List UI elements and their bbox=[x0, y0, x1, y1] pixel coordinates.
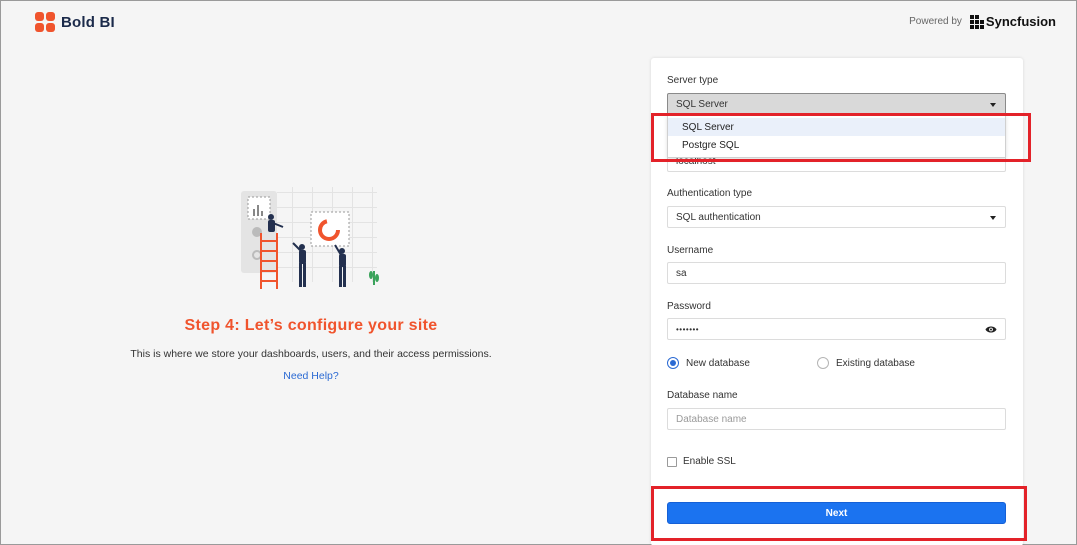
database-name-label: Database name bbox=[667, 390, 738, 401]
database-name-placeholder: Database name bbox=[676, 413, 747, 425]
auth-type-value: SQL authentication bbox=[676, 211, 761, 223]
bold-bi-logo-icon bbox=[35, 12, 55, 32]
powered-by: Powered by Syncfusion bbox=[909, 14, 1056, 29]
eye-icon[interactable] bbox=[985, 325, 997, 334]
existing-database-radio[interactable] bbox=[817, 357, 829, 369]
new-database-radio[interactable] bbox=[667, 357, 679, 369]
password-input[interactable]: ••••••• bbox=[667, 318, 1006, 340]
brand-name: Bold BI bbox=[61, 13, 115, 31]
username-label: Username bbox=[667, 245, 714, 256]
new-database-label: New database bbox=[686, 357, 750, 369]
step-title: Step 4: Let’s configure your site bbox=[184, 317, 438, 334]
auth-type-label: Authentication type bbox=[667, 188, 753, 199]
caret-down-icon bbox=[990, 216, 996, 220]
server-type-label: Server type bbox=[667, 75, 719, 86]
existing-database-option[interactable]: Existing database bbox=[817, 357, 915, 369]
password-label: Password bbox=[667, 301, 711, 312]
server-type-dropdown: SQL Server Postgre SQL bbox=[667, 114, 1006, 158]
powered-by-label: Powered by bbox=[909, 16, 962, 27]
syncfusion-logo-icon bbox=[969, 14, 984, 29]
step-description: This is where we store your dashboards, … bbox=[130, 348, 492, 360]
server-type-option-postgre-sql[interactable]: Postgre SQL bbox=[668, 136, 1005, 154]
server-type-value: SQL Server bbox=[676, 98, 728, 110]
existing-database-label: Existing database bbox=[836, 357, 915, 369]
new-database-option[interactable]: New database bbox=[667, 357, 750, 369]
auth-type-select[interactable]: SQL authentication bbox=[667, 206, 1006, 228]
configure-site-illustration bbox=[241, 187, 379, 289]
server-type-option-sql-server[interactable]: SQL Server bbox=[668, 118, 1005, 136]
database-name-input[interactable]: Database name bbox=[667, 408, 1006, 430]
app-window: Bold BI Powered by Syncfusion Step 4: Le… bbox=[0, 0, 1077, 545]
next-button[interactable]: Next bbox=[667, 502, 1006, 524]
username-value: sa bbox=[676, 267, 687, 279]
username-input[interactable]: sa bbox=[667, 262, 1006, 284]
syncfusion-logo: Syncfusion bbox=[969, 14, 1056, 29]
server-type-select[interactable]: SQL Server bbox=[667, 93, 1006, 115]
brand-logo: Bold BI bbox=[35, 12, 115, 32]
password-value: ••••••• bbox=[676, 324, 700, 334]
enable-ssl-checkbox[interactable] bbox=[667, 456, 677, 467]
need-help-link[interactable]: Need Help? bbox=[1, 370, 621, 382]
configuration-form: Server type SQL Server localhost SQL Ser… bbox=[651, 58, 1023, 545]
enable-ssl-label: Enable SSL bbox=[683, 456, 736, 467]
caret-down-icon bbox=[990, 103, 996, 107]
enable-ssl-option[interactable]: Enable SSL bbox=[667, 456, 736, 467]
syncfusion-name: Syncfusion bbox=[985, 14, 1056, 29]
